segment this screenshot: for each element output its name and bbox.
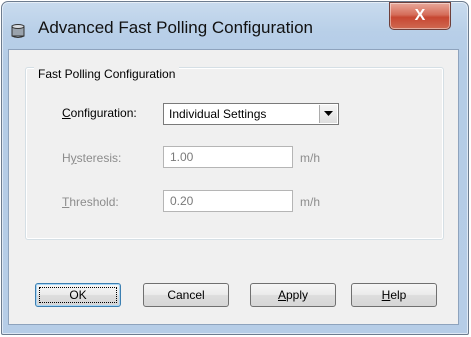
threshold-field[interactable]: 0.20	[163, 190, 293, 212]
hysteresis-field[interactable]: 1.00	[163, 146, 293, 168]
configuration-selected-value: Individual Settings	[169, 107, 267, 121]
threshold-unit: m/h	[300, 195, 321, 209]
help-button[interactable]: Help	[351, 283, 437, 307]
cancel-button[interactable]: Cancel	[143, 283, 229, 307]
hysteresis-value: 1.00	[170, 150, 194, 164]
hysteresis-label: Hysteresis:	[62, 151, 122, 165]
threshold-label: Threshold:	[62, 195, 119, 209]
window-title: Advanced Fast Polling Configuration	[38, 18, 313, 37]
ok-button-label: OK	[69, 288, 87, 302]
ok-button[interactable]: OK	[35, 283, 121, 307]
configuration-dropdown[interactable]: Individual Settings	[163, 103, 339, 125]
group-title: Fast Polling Configuration	[34, 67, 180, 81]
close-button[interactable]: X	[389, 2, 451, 30]
dropdown-button[interactable]	[319, 105, 337, 123]
configuration-label: Configuration:	[62, 106, 137, 120]
database-cylinder-icon	[10, 23, 26, 39]
apply-button[interactable]: Apply	[250, 283, 336, 307]
help-button-label: Help	[381, 288, 407, 302]
apply-button-label: Apply	[277, 288, 309, 302]
cancel-button-label: Cancel	[167, 288, 205, 302]
hysteresis-unit: m/h	[300, 151, 321, 165]
threshold-value: 0.20	[170, 194, 194, 208]
close-icon: X	[414, 7, 426, 24]
chevron-down-icon	[324, 111, 333, 116]
